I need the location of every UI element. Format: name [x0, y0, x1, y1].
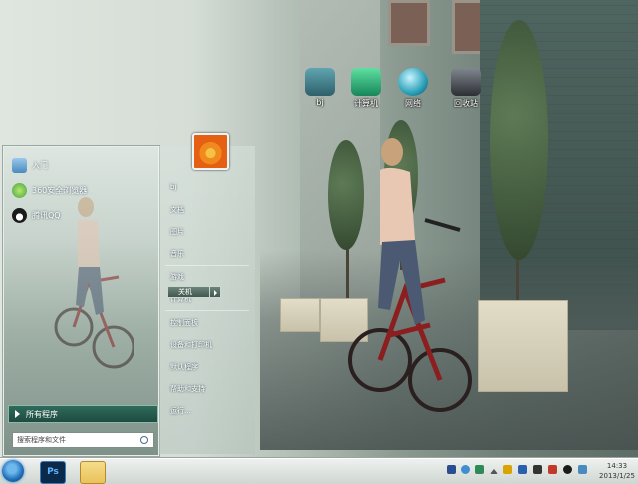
cyclist-figure — [348, 138, 472, 412]
clock-time: 14:33 — [606, 462, 628, 470]
start-menu-wallpaper-art — [54, 197, 134, 369]
arrow-right-icon — [15, 410, 20, 418]
start-right-item-music[interactable]: 音乐 — [170, 249, 184, 259]
desktop-icon-network[interactable]: 网络 — [390, 68, 436, 109]
desktop-icon-recycle-bin[interactable]: 回收站 — [443, 68, 489, 109]
desktop-icon-bj[interactable]: bj — [297, 68, 343, 107]
clock-date: 2013/1/25 — [599, 472, 635, 480]
action-center-icon[interactable] — [548, 465, 557, 474]
keyboard-layout-icon[interactable] — [447, 465, 456, 474]
start-item-360-browser[interactable]: 360安全浏览器 — [12, 180, 87, 200]
shutdown-label: 关机 — [178, 288, 192, 296]
search-icon — [140, 436, 148, 444]
recycle-bin-icon — [451, 68, 481, 96]
qq-tray-icon[interactable] — [563, 465, 572, 474]
desktop-icon-label: 网络 — [405, 99, 421, 108]
start-search-input[interactable]: 搜索程序和文件 — [12, 432, 154, 448]
start-menu-divider — [165, 310, 249, 311]
bike-handlebar — [424, 218, 461, 232]
desktop-icon-label: bj — [316, 98, 324, 107]
desktop-icon-computer[interactable]: 计算机 — [343, 68, 389, 109]
planter — [280, 298, 320, 332]
taskbar-app-photoshop[interactable]: Ps — [40, 461, 66, 484]
taskbar-app-explorer[interactable] — [80, 461, 106, 484]
folder-icon — [305, 68, 335, 96]
rider-jeans — [378, 240, 425, 325]
start-right-item-games[interactable]: 游戏 — [170, 272, 184, 282]
start-menu-divider — [165, 265, 249, 266]
start-item-qq[interactable]: 腾讯QQ — [12, 205, 61, 225]
desktop-icon-label: 计算机 — [354, 99, 378, 108]
network-icon[interactable] — [518, 465, 527, 474]
start-right-item-documents[interactable]: 文档 — [170, 205, 184, 215]
rider-head — [381, 138, 403, 166]
desktop-icon-label: 回收站 — [454, 99, 478, 108]
tree — [490, 20, 548, 260]
photoshop-icon: Ps — [47, 467, 59, 477]
start-right-item-control-panel[interactable]: 控制面板 — [170, 318, 198, 328]
start-right-item-run[interactable]: 运行... — [170, 406, 191, 416]
shutdown-options-button[interactable] — [209, 286, 221, 298]
360-browser-icon — [12, 182, 27, 198]
start-item-label: 360安全浏览器 — [32, 185, 88, 195]
wallpaper-window — [388, 0, 430, 46]
start-menu-programs-pane: 入门 360安全浏览器 腾讯QQ 所有程序 搜索程序和文件 — [3, 146, 159, 456]
all-programs-label: 所有程序 — [26, 409, 58, 419]
start-item-getting-started[interactable]: 入门 — [12, 155, 48, 175]
search-placeholder: 搜索程序和文件 — [17, 436, 66, 444]
settings-icon[interactable] — [475, 465, 484, 474]
security-center-icon[interactable] — [503, 465, 512, 474]
volume-icon[interactable] — [533, 465, 542, 474]
user-avatar[interactable] — [192, 133, 229, 170]
rider-top — [380, 167, 415, 245]
start-menu: 入门 360安全浏览器 腾讯QQ 所有程序 搜索程序和文件 — [0, 146, 256, 456]
start-right-item-default-programs[interactable]: 默认程序 — [170, 362, 198, 372]
start-right-item-bj[interactable]: bj — [170, 183, 176, 191]
globe-icon — [398, 68, 428, 96]
planter — [478, 300, 568, 392]
help-icon[interactable] — [461, 465, 470, 474]
getting-started-icon — [12, 157, 27, 173]
start-right-item-devices-printers[interactable]: 设备和打印机 — [170, 340, 212, 350]
all-programs-button[interactable]: 所有程序 — [8, 405, 158, 423]
chevron-up-icon[interactable] — [490, 469, 498, 474]
start-right-item-pictures[interactable]: 图片 — [170, 227, 184, 237]
start-item-label: 入门 — [32, 160, 48, 170]
taskbar-clock[interactable]: 14:33 2013/1/25 — [596, 461, 638, 481]
taskbar: Ps 14:33 2013/1/25 — [0, 458, 638, 484]
start-right-item-help[interactable]: 帮助和支持 — [170, 384, 205, 394]
qq-penguin-icon — [12, 207, 27, 223]
start-orb-button[interactable] — [2, 460, 24, 482]
start-item-label: 腾讯QQ — [32, 210, 61, 220]
ime-icon[interactable] — [578, 465, 587, 474]
computer-icon — [351, 68, 381, 96]
